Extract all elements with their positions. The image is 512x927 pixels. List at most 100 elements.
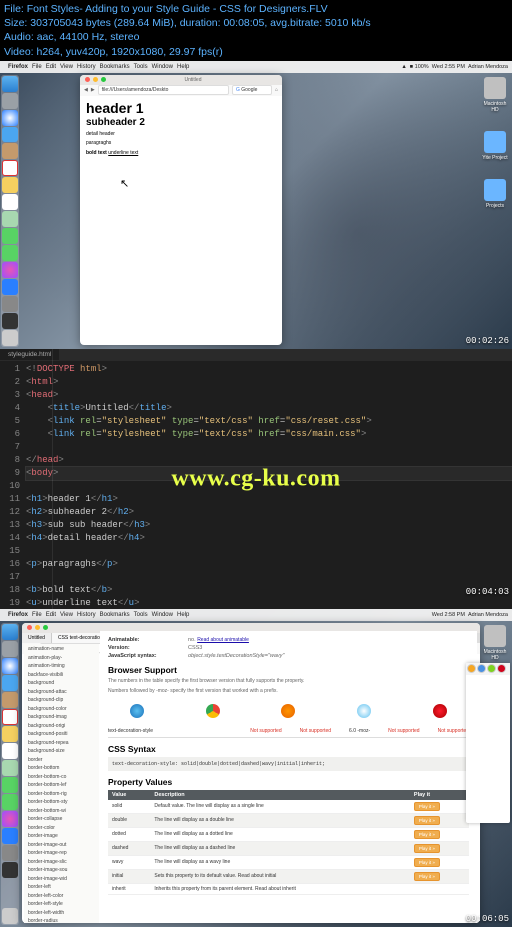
menubar-app[interactable]: Firefox — [8, 64, 28, 70]
css-inspector-popup[interactable] — [466, 663, 510, 823]
menu-bookmarks[interactable]: Bookmarks — [100, 612, 130, 618]
sidebar-item[interactable]: backface-visibili — [26, 671, 97, 680]
wifi-icon[interactable]: ▲ — [401, 64, 406, 70]
dock-facetime-icon[interactable] — [2, 245, 18, 261]
desktop-hd-icon[interactable]: Macintosh HD — [482, 625, 508, 661]
dock-finder-icon[interactable] — [2, 624, 18, 640]
sidebar-item[interactable]: background-attac — [26, 688, 97, 697]
menu-history[interactable]: History — [77, 64, 96, 70]
sidebar-item[interactable]: animation-play- — [26, 654, 97, 663]
dock-safari-icon[interactable] — [2, 658, 18, 674]
dock-itunes-icon[interactable] — [2, 811, 18, 827]
sidebar-item[interactable]: background-imag — [26, 714, 97, 723]
sidebar-item[interactable]: border-image-slic — [26, 858, 97, 867]
dock-finder-icon[interactable] — [2, 76, 18, 92]
mac-dock-3[interactable] — [1, 623, 19, 925]
sidebar-item[interactable]: border-bottom-sty — [26, 799, 97, 808]
menubar-user[interactable]: Adrian Mendoza — [468, 64, 508, 70]
play-button[interactable]: Play it » — [414, 802, 440, 811]
pop-i1-icon[interactable] — [467, 664, 476, 673]
sidebar-item[interactable]: border-image-sou — [26, 867, 97, 876]
sidebar-item[interactable]: animation-name — [26, 646, 97, 655]
dock-calendar-icon[interactable] — [2, 160, 18, 176]
sidebar-item[interactable]: animation-timing — [26, 663, 97, 672]
dock-appstore-icon[interactable] — [2, 828, 18, 844]
dock-contacts-icon[interactable] — [2, 692, 18, 708]
menubar-time[interactable]: Wed 2:55 PM — [432, 64, 465, 70]
dock-reminders-icon[interactable] — [2, 194, 18, 210]
code-line[interactable]: <b>bold text</b> — [26, 584, 512, 597]
menubar-app[interactable]: Firefox — [8, 612, 28, 618]
menubar-user[interactable]: Adrian Mendoza — [468, 612, 508, 618]
play-button[interactable]: Play it » — [414, 844, 440, 853]
code-line[interactable]: <h2>subheader 2</h2> — [26, 506, 512, 519]
code-line[interactable] — [26, 545, 512, 558]
home-icon[interactable]: ⌂ — [275, 87, 278, 93]
dock-messages-icon[interactable] — [2, 228, 18, 244]
code-line[interactable]: <html> — [26, 376, 512, 389]
editor-tabs[interactable]: styleguide.html — [0, 349, 512, 361]
dock-trash-icon[interactable] — [2, 908, 18, 924]
sidebar-item[interactable]: border-left — [26, 884, 97, 893]
sidebar-item[interactable]: background — [26, 680, 97, 689]
sidebar-item[interactable]: border-left-style — [26, 901, 97, 910]
mac-menubar-3[interactable]: Firefox File Edit View History Bookmarks… — [0, 609, 512, 621]
dock-contacts-icon[interactable] — [2, 143, 18, 159]
pop-i3-icon[interactable] — [487, 664, 496, 673]
window-titlebar[interactable]: Untitled — [80, 75, 282, 85]
desktop-folder1-icon[interactable]: Yite Project — [482, 131, 508, 161]
dock-notes-icon[interactable] — [2, 726, 18, 742]
menu-help[interactable]: Help — [177, 64, 189, 70]
play-button[interactable]: Play it » — [414, 858, 440, 867]
battery-icon[interactable]: ■ 100% — [410, 64, 429, 70]
search-input[interactable]: G Google — [232, 85, 272, 95]
code-line[interactable] — [26, 571, 512, 584]
sidebar-item[interactable]: border-color — [26, 824, 97, 833]
sidebar-item[interactable]: background-origi — [26, 722, 97, 731]
sidebar-item[interactable]: background-clip — [26, 697, 97, 706]
menu-view[interactable]: View — [60, 612, 73, 618]
dock-maps-icon[interactable] — [2, 760, 18, 776]
menu-window[interactable]: Window — [152, 64, 173, 70]
sidebar-item[interactable]: background-repea — [26, 739, 97, 748]
dock-launchpad-icon[interactable] — [2, 641, 18, 657]
pop-i2-icon[interactable] — [477, 664, 486, 673]
dock-mail-icon[interactable] — [2, 675, 18, 691]
code-line[interactable]: <h3>sub sub header</h3> — [26, 519, 512, 532]
desktop-hd-icon[interactable]: Macintosh HD — [482, 77, 508, 113]
maximize-icon[interactable] — [43, 625, 48, 630]
doc-page[interactable]: Animatable: no. Read about animatable Ve… — [100, 631, 477, 923]
code-line[interactable]: <h1>header 1</h1> — [26, 493, 512, 506]
dock-itunes-icon[interactable] — [2, 262, 18, 278]
code-line[interactable]: <h4>detail header</h4> — [26, 532, 512, 545]
dock-mail-icon[interactable] — [2, 127, 18, 143]
sidebar-item[interactable]: border-image — [26, 833, 97, 842]
sidebar-item[interactable]: border-image-out — [26, 841, 97, 850]
dock-reminders-icon[interactable] — [2, 743, 18, 759]
firefox-window[interactable]: Untitled ◀ ▶ file:///Users/amendoza/Desk… — [80, 75, 282, 345]
dock-safari-icon[interactable] — [2, 110, 18, 126]
minimize-icon[interactable] — [35, 625, 40, 630]
tab-untitled[interactable]: Untitled — [22, 633, 52, 643]
dock-preferences-icon[interactable] — [2, 296, 18, 312]
sidebar-item[interactable]: background-positi — [26, 731, 97, 740]
dock-calendar-icon[interactable] — [2, 709, 18, 725]
menu-view[interactable]: View — [60, 64, 73, 70]
mac-menubar[interactable]: Firefox File Edit View History Bookmarks… — [0, 61, 512, 73]
sidebar-item[interactable]: border-bottom — [26, 765, 97, 774]
code-line[interactable]: <head> — [26, 389, 512, 402]
code-line[interactable]: <title>Untitled</title> — [26, 402, 512, 415]
play-button[interactable]: Play it » — [414, 872, 440, 881]
code-line[interactable]: <link rel="stylesheet" type="text/css" h… — [26, 415, 512, 428]
close-icon[interactable] — [27, 625, 32, 630]
sidebar-item[interactable]: border-image-wid — [26, 875, 97, 884]
editor-tab-file[interactable]: styleguide.html — [0, 349, 59, 360]
dock-app-icon[interactable] — [2, 313, 18, 329]
desktop-folder2-icon[interactable]: Projects — [482, 179, 508, 209]
sidebar-item[interactable]: background-color — [26, 705, 97, 714]
mac-dock[interactable] — [1, 75, 19, 347]
dock-maps-icon[interactable] — [2, 211, 18, 227]
css-reference-sidebar[interactable]: animation-nameanimation-play-animation-t… — [24, 644, 99, 923]
pop-i4-icon[interactable] — [497, 664, 506, 673]
menu-edit[interactable]: Edit — [46, 64, 56, 70]
